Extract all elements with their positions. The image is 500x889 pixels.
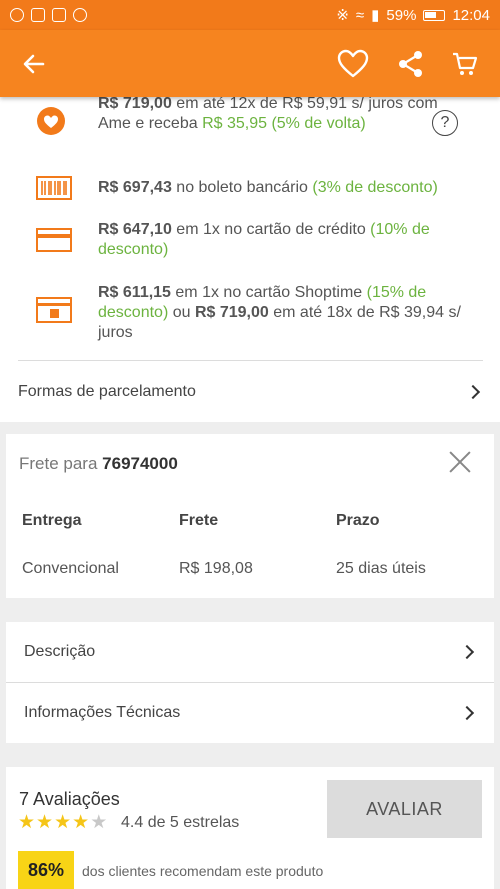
share-icon (399, 51, 422, 77)
wifi-icon: ≈ (355, 6, 365, 24)
technical-info-row[interactable]: Informações Técnicas (6, 683, 494, 743)
favorite-button[interactable] (331, 42, 375, 86)
signal-icon: ▮ (371, 7, 380, 24)
rating-label: 4.4 de 5 estrelas (121, 814, 240, 831)
back-button[interactable] (12, 42, 56, 86)
facebook-icon (31, 8, 45, 22)
clock: 12:04 (452, 6, 490, 24)
star-icon: ★ (36, 812, 54, 833)
system-icons: ※ ≈ ▮ 59% 12:04 (336, 6, 490, 25)
col-header-entrega: Entrega (22, 512, 82, 529)
recommend-badge: 86% (18, 851, 74, 889)
technical-info-label: Informações Técnicas (24, 704, 181, 721)
divider (18, 360, 483, 361)
payment-options-card: R$ 719,00 em até 12x de R$ 59,91 s/ juro… (0, 92, 500, 422)
shipping-deadline: 25 dias úteis (336, 560, 426, 577)
ame-heart-icon (36, 106, 66, 141)
shipping-price: R$ 198,08 (179, 560, 253, 577)
payment-text: R$ 611,15 em 1x no cartão Shoptime (15% … (98, 284, 461, 341)
star-icon: ★ (54, 812, 72, 833)
chevron-right-icon (465, 384, 481, 400)
credit-card-icon (36, 228, 72, 257)
shoptime-card-icon (36, 297, 72, 328)
reviews-card: 7 Avaliações ★ ★ ★ ★ ★ 4.4 de 5 estrelas… (6, 767, 494, 889)
barcode-icon (36, 176, 72, 205)
description-row[interactable]: Descrição (6, 622, 494, 682)
payment-text: R$ 647,10 em 1x no cartão de crédito (10… (98, 221, 430, 258)
reviews-count: 7 Avaliações (19, 789, 120, 809)
product-info-card: Descrição Informações Técnicas (6, 622, 494, 743)
gallery-icon (52, 8, 66, 22)
star-icon: ★ (72, 812, 90, 833)
rate-button[interactable]: AVALIAR (327, 780, 482, 838)
payment-text: R$ 719,00 em até 12x de R$ 59,91 s/ juro… (98, 95, 438, 132)
star-empty-icon: ★ (90, 812, 108, 833)
shipping-card: Frete para 76974000 Entrega Frete Prazo … (6, 434, 494, 598)
cart-button[interactable] (443, 42, 487, 86)
description-label: Descrição (24, 643, 96, 660)
installments-row[interactable]: Formas de parcelamento (0, 362, 500, 422)
heart-icon (337, 49, 369, 78)
shipping-title: Frete para 76974000 (19, 454, 178, 473)
chevron-right-icon (459, 705, 475, 721)
battery-icon (423, 9, 446, 21)
battery-percent: 59% (386, 6, 417, 24)
col-header-prazo: Prazo (336, 512, 380, 529)
shipping-method: Convencional (22, 560, 119, 577)
chevron-right-icon (459, 644, 475, 660)
installments-label: Formas de parcelamento (18, 383, 196, 400)
payment-text: R$ 697,43 no boleto bancário (3% de desc… (98, 179, 438, 196)
share-button[interactable] (389, 42, 433, 86)
col-header-frete: Frete (179, 512, 219, 529)
star-rating: ★ ★ ★ ★ ★ (18, 813, 107, 833)
help-question-icon[interactable]: ? (432, 110, 458, 136)
close-icon[interactable] (448, 450, 472, 474)
status-bar: ※ ≈ ▮ 59% 12:04 (0, 0, 500, 30)
recommend-text: dos clientes recomendam este produto (82, 863, 324, 879)
cart-icon (453, 52, 478, 75)
messenger-icon (73, 8, 87, 22)
bluetooth-icon: ※ (336, 7, 349, 24)
shipping-cep: 76974000 (102, 454, 178, 473)
notification-icons (10, 8, 87, 22)
arrow-left-icon (23, 54, 45, 74)
whatsapp-icon (10, 8, 24, 22)
app-bar (0, 30, 500, 97)
star-icon: ★ (18, 812, 36, 833)
